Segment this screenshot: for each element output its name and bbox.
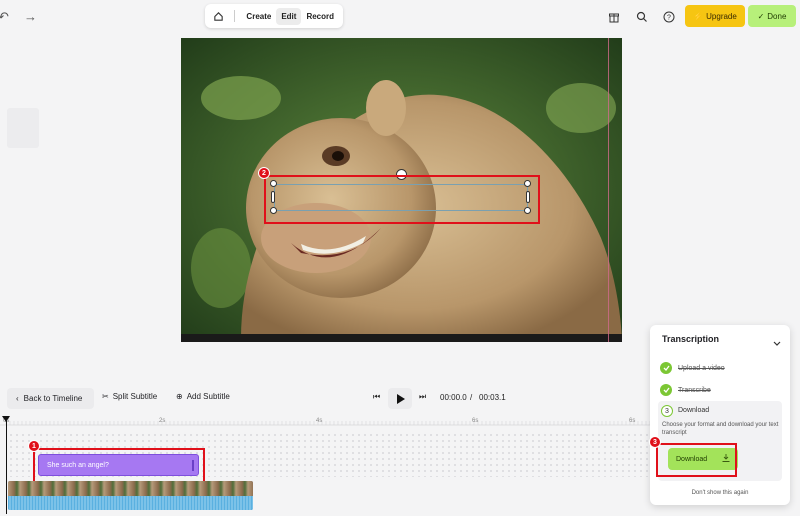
skip-back-icon[interactable]: ⏮	[373, 392, 380, 402]
step-upload-label: Upload a video	[678, 364, 725, 372]
divider	[234, 10, 236, 22]
highlight-box-1	[33, 448, 205, 483]
done-label: Done	[767, 11, 787, 21]
play-icon	[396, 393, 405, 404]
step-badge-2: 2	[258, 167, 270, 179]
audio-waveform	[8, 496, 253, 510]
undo-icon[interactable]: ↶	[0, 9, 9, 25]
add-subtitle-button[interactable]: ⊕ Add Subtitle	[176, 392, 230, 401]
gift-icon[interactable]	[608, 10, 620, 23]
split-label: Split Subtitle	[112, 392, 158, 401]
scissors-icon: ✂	[102, 392, 109, 401]
search-icon[interactable]	[636, 10, 648, 22]
ruler-label-6s-a: 6s	[472, 418, 479, 424]
video-thumbnails	[8, 481, 253, 496]
step-transcribe: Transcribe	[660, 384, 780, 396]
side-placeholder	[7, 108, 39, 148]
playhead[interactable]	[6, 416, 7, 514]
highlight-box-2	[264, 175, 540, 224]
step-upload: Upload a video	[660, 362, 780, 374]
split-subtitle-button[interactable]: ✂ Split Subtitle	[102, 392, 157, 401]
home-icon[interactable]	[209, 7, 228, 25]
highlight-box-3	[656, 443, 737, 477]
safe-area-guide	[608, 38, 609, 342]
edit-tab[interactable]: Edit	[276, 7, 302, 25]
top-bar: ↶ → Create Edit Record ? ⚡ Upgrade ✓ Don…	[0, 0, 800, 34]
skip-forward-icon[interactable]: ⏭	[419, 392, 426, 402]
create-tab[interactable]: Create	[241, 8, 276, 25]
time-separator: /	[470, 393, 473, 402]
upgrade-button[interactable]: ⚡ Upgrade	[685, 5, 745, 27]
ruler-label-4s: 4s	[316, 418, 323, 424]
panel-title: Transcription	[662, 334, 720, 344]
help-icon[interactable]: ?	[663, 10, 675, 23]
check-icon	[660, 362, 672, 374]
done-button[interactable]: ✓ Done	[748, 5, 796, 27]
step-download-label: Download	[678, 407, 710, 414]
back-to-timeline-button[interactable]: ‹ Back to Timeline	[7, 388, 94, 409]
timeline-ruler[interactable]	[0, 416, 650, 426]
step-badge-1: 1	[28, 440, 40, 452]
ruler-label-6s-b: 6s	[629, 418, 636, 424]
redo-icon[interactable]: →	[24, 9, 37, 24]
add-label: Add Subtitle	[186, 392, 230, 401]
current-time: 00:00.0	[440, 393, 467, 402]
check-icon: ✓	[757, 11, 765, 21]
playhead-marker[interactable]	[2, 416, 10, 422]
chevron-down-icon[interactable]	[773, 334, 781, 352]
step-description: Choose your format and download your tex…	[662, 422, 779, 436]
svg-text:?: ?	[667, 15, 671, 22]
timeline-toolbar	[0, 384, 650, 412]
chevron-left-icon: ‹	[16, 394, 19, 403]
check-icon	[660, 384, 672, 396]
video-letterbox	[181, 334, 622, 342]
upgrade-label: Upgrade	[706, 11, 737, 21]
lightning-icon: ⚡	[693, 11, 704, 21]
ruler-label-2s: 2s	[159, 418, 166, 424]
video-track[interactable]	[8, 481, 253, 510]
back-label: Back to Timeline	[23, 394, 83, 403]
dont-show-again-link[interactable]: Don't show this again	[650, 490, 790, 496]
step-number: 3	[661, 405, 673, 417]
mode-switcher: Create Edit Record	[205, 4, 343, 28]
step-badge-3: 3	[649, 436, 661, 448]
duration: 00:03.1	[479, 393, 506, 402]
step-transcribe-label: Transcribe	[678, 386, 711, 394]
plus-circle-icon: ⊕	[176, 392, 183, 401]
play-button[interactable]	[388, 388, 412, 409]
transcription-panel: Transcription Upload a video Transcribe …	[650, 325, 790, 505]
record-tab[interactable]: Record	[301, 8, 339, 25]
